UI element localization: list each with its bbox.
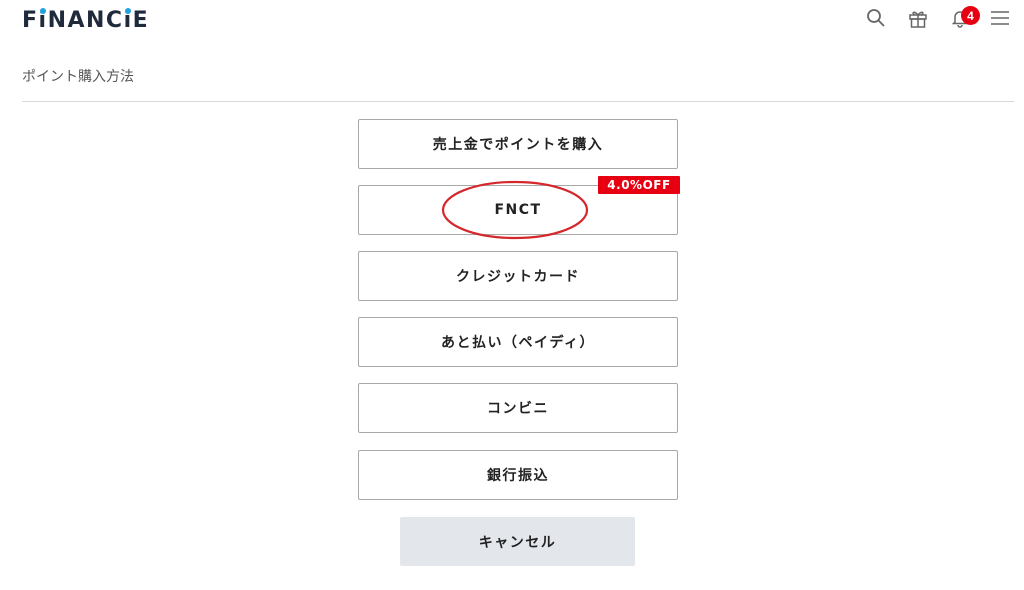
financie-logo[interactable]: FiNANCiE — [22, 8, 149, 33]
bell-icon[interactable]: 4 — [948, 6, 980, 30]
method-label: コンビニ — [487, 401, 549, 417]
method-label: FNCT — [494, 202, 542, 218]
convenience-store-button[interactable]: コンビニ — [358, 383, 678, 433]
bank-transfer-button[interactable]: 銀行振込 — [358, 450, 678, 500]
purchase-with-sales-button[interactable]: 売上金でポイントを購入 — [358, 119, 678, 169]
page-title: ポイント購入方法 — [22, 69, 134, 85]
cancel-button[interactable]: キャンセル — [400, 517, 635, 566]
method-label: 売上金でポイントを購入 — [432, 137, 604, 153]
notification-badge: 4 — [961, 6, 980, 25]
method-label: クレジットカード — [456, 269, 580, 285]
logo-letter: E — [132, 8, 150, 33]
gift-icon[interactable] — [906, 6, 930, 30]
header-divider — [22, 101, 1014, 102]
credit-card-button[interactable]: クレジットカード — [358, 251, 678, 301]
method-label: 銀行振込 — [487, 468, 549, 484]
cancel-label: キャンセル — [478, 534, 557, 551]
paidy-button[interactable]: あと払い（ペイディ） — [358, 317, 678, 367]
search-icon[interactable] — [864, 6, 888, 30]
logo-letter: F — [22, 8, 39, 33]
logo-letter: i — [38, 8, 48, 33]
method-label: あと払い（ペイディ） — [440, 335, 596, 351]
logo-letter: NANC — [47, 8, 124, 33]
hamburger-menu-icon[interactable] — [988, 6, 1012, 30]
logo-letter: i — [123, 8, 133, 33]
discount-badge: 4.0%OFF — [598, 176, 680, 194]
